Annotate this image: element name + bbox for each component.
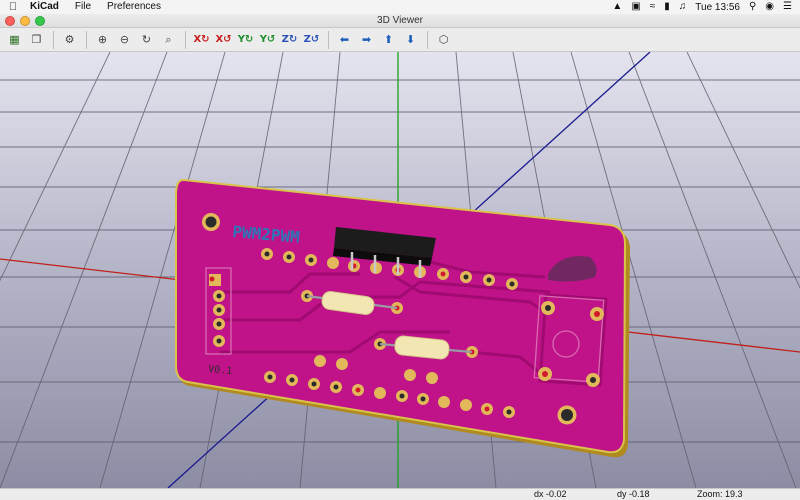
menu-file[interactable]: File <box>67 0 99 14</box>
menu-app-name[interactable]: KiCad <box>22 0 67 14</box>
status-dy: dy -0.18 <box>617 489 650 499</box>
window-title: 3D Viewer <box>377 15 423 26</box>
pan-up-icon[interactable]: ⬆ <box>378 30 399 50</box>
zoom-fit-icon[interactable]: ⌕ <box>158 30 179 50</box>
board-surface <box>175 178 627 454</box>
board-version-text: V0.1 <box>208 364 233 377</box>
volume-icon[interactable]: ♫ <box>679 0 687 14</box>
3d-scene[interactable]: PWM2PWM V0.1 <box>0 52 800 488</box>
toolbar-separator <box>328 30 329 49</box>
copy-image-icon[interactable]: ❐ <box>26 30 47 50</box>
toolbar-separator <box>427 30 428 49</box>
menubar-clock[interactable]: Tue 13:56 <box>695 2 740 13</box>
mounting-hole-drill <box>561 409 573 421</box>
status-zoom: Zoom: 19.3 <box>697 489 743 499</box>
siri-icon[interactable]: ◉ <box>765 0 774 14</box>
ortho-toggle-icon[interactable]: ⬡ <box>433 30 454 50</box>
wifi-icon[interactable]: ≈ <box>650 0 656 14</box>
settings-gear-icon[interactable]: ⚙ <box>59 30 80 50</box>
rotate-x-cw-icon[interactable]: X↻ <box>191 30 212 50</box>
app-status-icon[interactable]: ▲ <box>612 0 622 14</box>
rotate-y-cw-icon[interactable]: Y↻ <box>235 30 256 50</box>
zoom-out-icon[interactable]: ⊖ <box>114 30 135 50</box>
3d-viewport[interactable]: PWM2PWM V0.1 <box>0 52 800 488</box>
zoom-window-button[interactable] <box>35 16 45 26</box>
close-window-button[interactable] <box>5 16 15 26</box>
window-titlebar: 3D Viewer <box>0 14 800 28</box>
toolbar-separator <box>86 30 87 49</box>
apple-icon[interactable]:  <box>4 1 22 13</box>
pcb-board[interactable]: PWM2PWM V0.1 <box>175 178 630 458</box>
redraw-icon[interactable]: ↻ <box>136 30 157 50</box>
viewer-toolbar: ▦ ❐ ⚙ ⊕ ⊖ ↻ ⌕ X↻ X↺ Y↻ Y↺ Z↻ Z↺ ⬅ ➡ ⬆ ⬇ … <box>0 28 800 52</box>
spotlight-search-icon[interactable]: ⚲ <box>749 0 756 14</box>
rotate-y-ccw-icon[interactable]: Y↺ <box>257 30 278 50</box>
rotate-z-ccw-icon[interactable]: Z↺ <box>301 30 322 50</box>
toolbar-separator <box>185 30 186 49</box>
menubar-status-area: ▲ ▣ ≈ ▮ ♫ Tue 13:56 ⚲ ◉ ☰ <box>612 0 800 14</box>
pan-right-icon[interactable]: ➡ <box>356 30 377 50</box>
display-icon[interactable]: ▣ <box>631 0 640 14</box>
menu-preferences[interactable]: Preferences <box>99 0 169 14</box>
battery-icon[interactable]: ▮ <box>664 0 670 14</box>
zoom-in-icon[interactable]: ⊕ <box>92 30 113 50</box>
status-dx: dx -0.02 <box>534 489 567 499</box>
notification-center-icon[interactable]: ☰ <box>783 0 792 14</box>
pan-left-icon[interactable]: ⬅ <box>334 30 355 50</box>
rotate-x-ccw-icon[interactable]: X↺ <box>213 30 234 50</box>
mounting-hole-drill <box>205 216 217 228</box>
toolbar-separator <box>53 30 54 49</box>
system-menubar:  KiCad File Preferences ▲ ▣ ≈ ▮ ♫ Tue 1… <box>0 0 800 14</box>
pan-down-icon[interactable]: ⬇ <box>400 30 421 50</box>
rotate-z-cw-icon[interactable]: Z↻ <box>279 30 300 50</box>
render-board-icon[interactable]: ▦ <box>4 30 25 50</box>
status-bar: dx -0.02 dy -0.18 Zoom: 19.3 <box>0 488 800 500</box>
minimize-window-button[interactable] <box>20 16 30 26</box>
